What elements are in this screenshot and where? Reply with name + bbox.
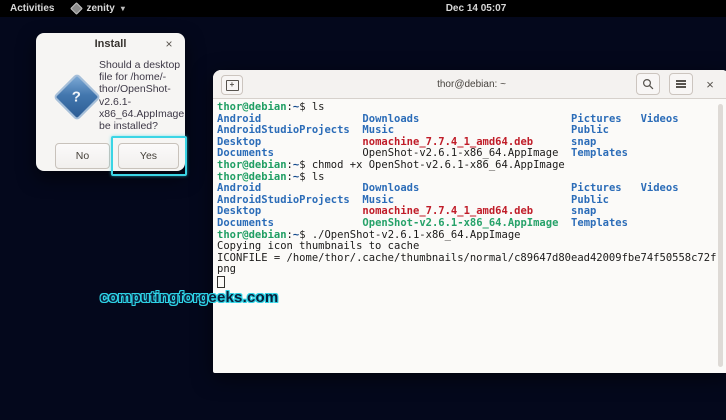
menu-button[interactable] [669, 73, 693, 95]
new-tab-icon: + [225, 79, 239, 91]
zenity-app-icon [70, 2, 84, 15]
clock[interactable]: Dec 14 05:07 [446, 0, 507, 17]
terminal-headerbar: thor@debian: ~ + × [213, 70, 726, 99]
top-bar: Activities zenity ▾ Dec 14 05:07 [0, 0, 726, 17]
app-menu-label: zenity [86, 3, 115, 14]
terminal-output[interactable]: thor@debian:~$ ls Android Downloads Pictu… [213, 99, 726, 373]
terminal-window: thor@debian: ~ + × thor@debian:~$ ls Andr… [213, 70, 726, 373]
hamburger-menu-icon [676, 83, 686, 85]
activities-button[interactable]: Activities [0, 0, 64, 17]
search-icon [642, 78, 654, 90]
terminal-line [217, 275, 726, 288]
yes-button[interactable]: Yes [118, 143, 179, 169]
new-tab-button[interactable]: + [221, 75, 243, 95]
question-mark-glyph: ? [72, 88, 82, 106]
terminal-cursor [217, 275, 225, 288]
terminal-close-button[interactable]: × [702, 74, 718, 94]
dialog-message: Should a desktop file for /home/- thor/Ope… [99, 59, 185, 133]
watermark: computingforgeeks.com [100, 289, 279, 306]
search-button[interactable] [636, 73, 660, 95]
install-dialog: Install × ? Should a desktop file for /ho… [36, 33, 185, 171]
header-buttons: × [636, 73, 718, 95]
dialog-titlebar: Install × [36, 33, 185, 55]
chevron-down-icon: ▾ [120, 4, 125, 13]
terminal-line: png [217, 263, 236, 276]
app-menu-zenity[interactable]: zenity ▾ [64, 0, 132, 17]
terminal-scrollbar[interactable] [718, 104, 723, 367]
dialog-close-button[interactable]: × [161, 36, 177, 52]
question-icon: ? [52, 72, 102, 122]
no-button[interactable]: No [55, 143, 110, 169]
terminal-line: ICONFILE = /home/thor/.cache/thumbnails/… [217, 251, 723, 264]
